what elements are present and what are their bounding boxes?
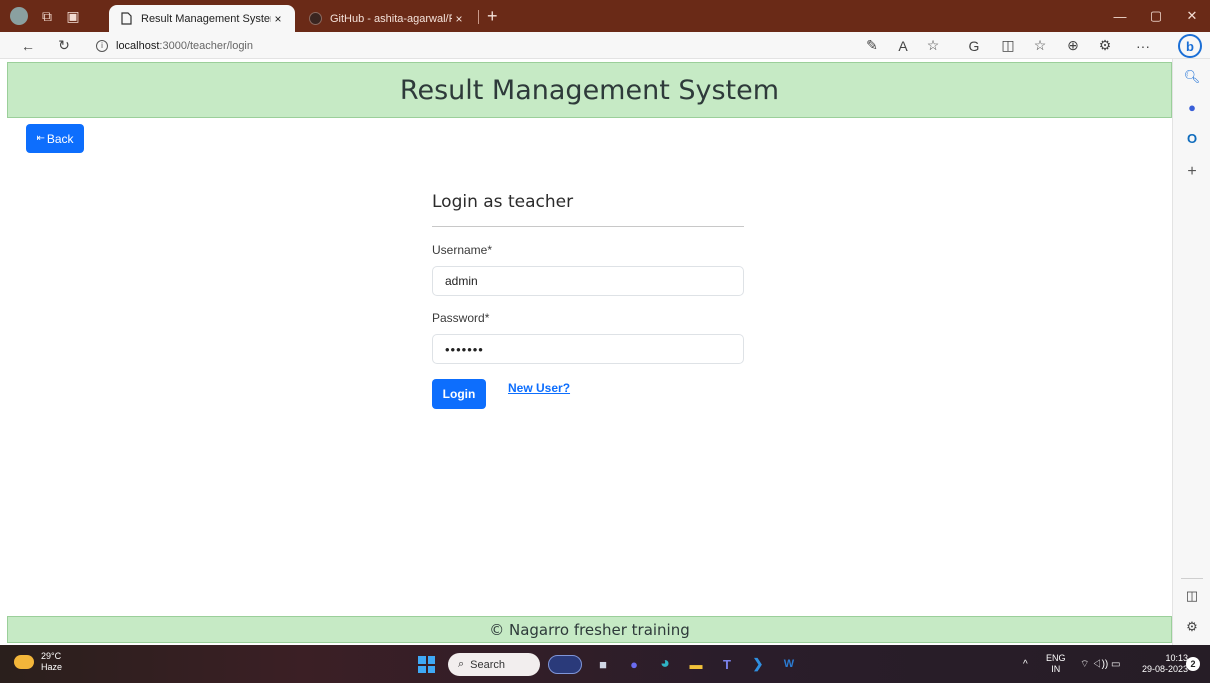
date: 29-08-2023: [1142, 664, 1189, 674]
divider: [432, 226, 744, 227]
sidebar-divider: [1181, 578, 1203, 579]
read-aloud-icon[interactable]: A: [891, 32, 915, 59]
split-screen-icon[interactable]: ◫: [996, 32, 1020, 59]
vscode-icon[interactable]: ❯: [747, 654, 769, 674]
address-bar[interactable]: i localhost :3000/teacher/login: [96, 35, 253, 56]
task-view-icon[interactable]: ■: [592, 654, 614, 674]
browser-tab-strip: ⧉ ▣ Result Management System × GitHub - …: [0, 0, 1210, 32]
clock[interactable]: 10:13 29-08-2023: [1142, 645, 1188, 683]
tab-result-management[interactable]: Result Management System ×: [109, 5, 295, 32]
tab-github[interactable]: GitHub - ashita-agarwal/Result-M ×: [298, 5, 476, 32]
restore-icon[interactable]: ▢: [1141, 0, 1171, 32]
tab-close-icon[interactable]: ×: [271, 12, 285, 26]
region-code: IN: [1051, 664, 1061, 674]
extensions-icon[interactable]: ⚙: [1093, 32, 1117, 59]
login-button[interactable]: Login: [432, 379, 486, 409]
tray-overflow-icon[interactable]: ^: [1023, 645, 1028, 683]
meet-icon[interactable]: ●: [623, 654, 645, 674]
more-icon[interactable]: ···: [1131, 32, 1155, 59]
sidebar-toggle-icon[interactable]: ◫: [1173, 585, 1210, 607]
password-label: Password*: [432, 311, 490, 325]
widgets-pill-icon[interactable]: [548, 655, 582, 674]
pen-icon[interactable]: ✎: [860, 32, 884, 59]
language-code: ENG: [1046, 653, 1066, 663]
notification-badge: 2: [1186, 657, 1200, 671]
site-info-icon[interactable]: i: [96, 39, 108, 52]
page-content: Result Management System ⇤ Back Login as…: [0, 59, 1172, 645]
time: 10:13: [1165, 653, 1189, 663]
username-label: Username*: [432, 243, 493, 257]
word-icon[interactable]: W: [778, 654, 800, 674]
copilot-icon[interactable]: G: [962, 32, 986, 59]
url-path: :3000/teacher/login: [159, 39, 253, 52]
url-host: localhost: [116, 39, 160, 52]
close-window-icon[interactable]: ✕: [1177, 0, 1207, 32]
tab-title: Result Management System: [141, 12, 271, 25]
language-indicator[interactable]: ENG IN: [1046, 645, 1066, 683]
back-button[interactable]: ⇤ Back: [26, 124, 84, 153]
search-placeholder: Search: [470, 658, 506, 671]
copilot-sidebar-icon[interactable]: ●: [1173, 96, 1210, 118]
tab-divider: [478, 10, 479, 24]
edge-browser-icon[interactable]: ◕: [654, 654, 676, 674]
browser-toolbar: ← ↻ i localhost :3000/teacher/login ✎ A …: [0, 32, 1210, 59]
edge-sidebar: 🔍︎ ● O + ◫ ⚙: [1172, 59, 1210, 645]
tab-close-icon[interactable]: ×: [452, 12, 466, 26]
new-user-link[interactable]: New User?: [508, 381, 570, 395]
login-form: Login as teacher Username* admin Passwor…: [432, 192, 744, 409]
profile-avatar[interactable]: [10, 7, 28, 25]
password-field[interactable]: •••••••: [432, 334, 744, 364]
taskbar-search[interactable]: ⌕ Search: [448, 653, 540, 676]
form-actions: Login New User?: [432, 379, 744, 409]
page-footer: © Nagarro fresher training: [7, 616, 1172, 643]
weather-icon: [14, 655, 34, 669]
search-icon[interactable]: 🔍︎: [1173, 66, 1210, 88]
tab-actions-icon[interactable]: ▣: [60, 0, 86, 32]
add-icon[interactable]: +: [1173, 161, 1210, 183]
refresh-icon[interactable]: ↻: [52, 32, 76, 59]
network-volume-battery-icon[interactable]: ⌔ ◁)) ▭: [1080, 645, 1120, 683]
page-icon: [119, 12, 133, 26]
back-button-label: Back: [46, 131, 74, 146]
weather-condition: Haze: [41, 662, 63, 672]
file-explorer-icon[interactable]: ▬: [685, 654, 707, 674]
username-field[interactable]: admin: [432, 266, 744, 296]
github-icon: [308, 12, 322, 26]
tab-title: GitHub - ashita-agarwal/Result-M: [330, 12, 452, 25]
favorites-icon[interactable]: ☆: [1028, 32, 1052, 59]
notification-center[interactable]: 2: [1186, 645, 1200, 683]
windows-start-icon[interactable]: [418, 656, 435, 673]
login-title: Login as teacher: [432, 192, 574, 212]
search-icon: ⌕: [458, 658, 465, 670]
page-header: Result Management System: [7, 62, 1172, 118]
new-tab-icon[interactable]: +: [487, 6, 498, 27]
page-title: Result Management System: [399, 74, 780, 106]
settings-icon[interactable]: ⚙: [1173, 616, 1210, 638]
windows-taskbar: 29°C Haze ⌕ Search ■ ● ◕ ▬ T ❯ W ^ ENG I…: [0, 645, 1210, 683]
favorite-star-icon[interactable]: ☆: [921, 32, 945, 59]
minimize-icon[interactable]: —: [1105, 0, 1135, 32]
back-arrow-icon: ⇤: [36, 133, 45, 144]
workspaces-icon[interactable]: ⧉: [34, 0, 60, 32]
outlook-icon[interactable]: O: [1173, 127, 1210, 149]
bing-icon[interactable]: b: [1178, 34, 1202, 58]
weather-widget[interactable]: 29°C Haze: [14, 651, 62, 673]
collections-icon[interactable]: ⊕: [1061, 32, 1085, 59]
temperature: 29°C: [41, 651, 62, 661]
back-arrow-icon[interactable]: ←: [16, 32, 40, 59]
teams-icon[interactable]: T: [716, 654, 738, 674]
